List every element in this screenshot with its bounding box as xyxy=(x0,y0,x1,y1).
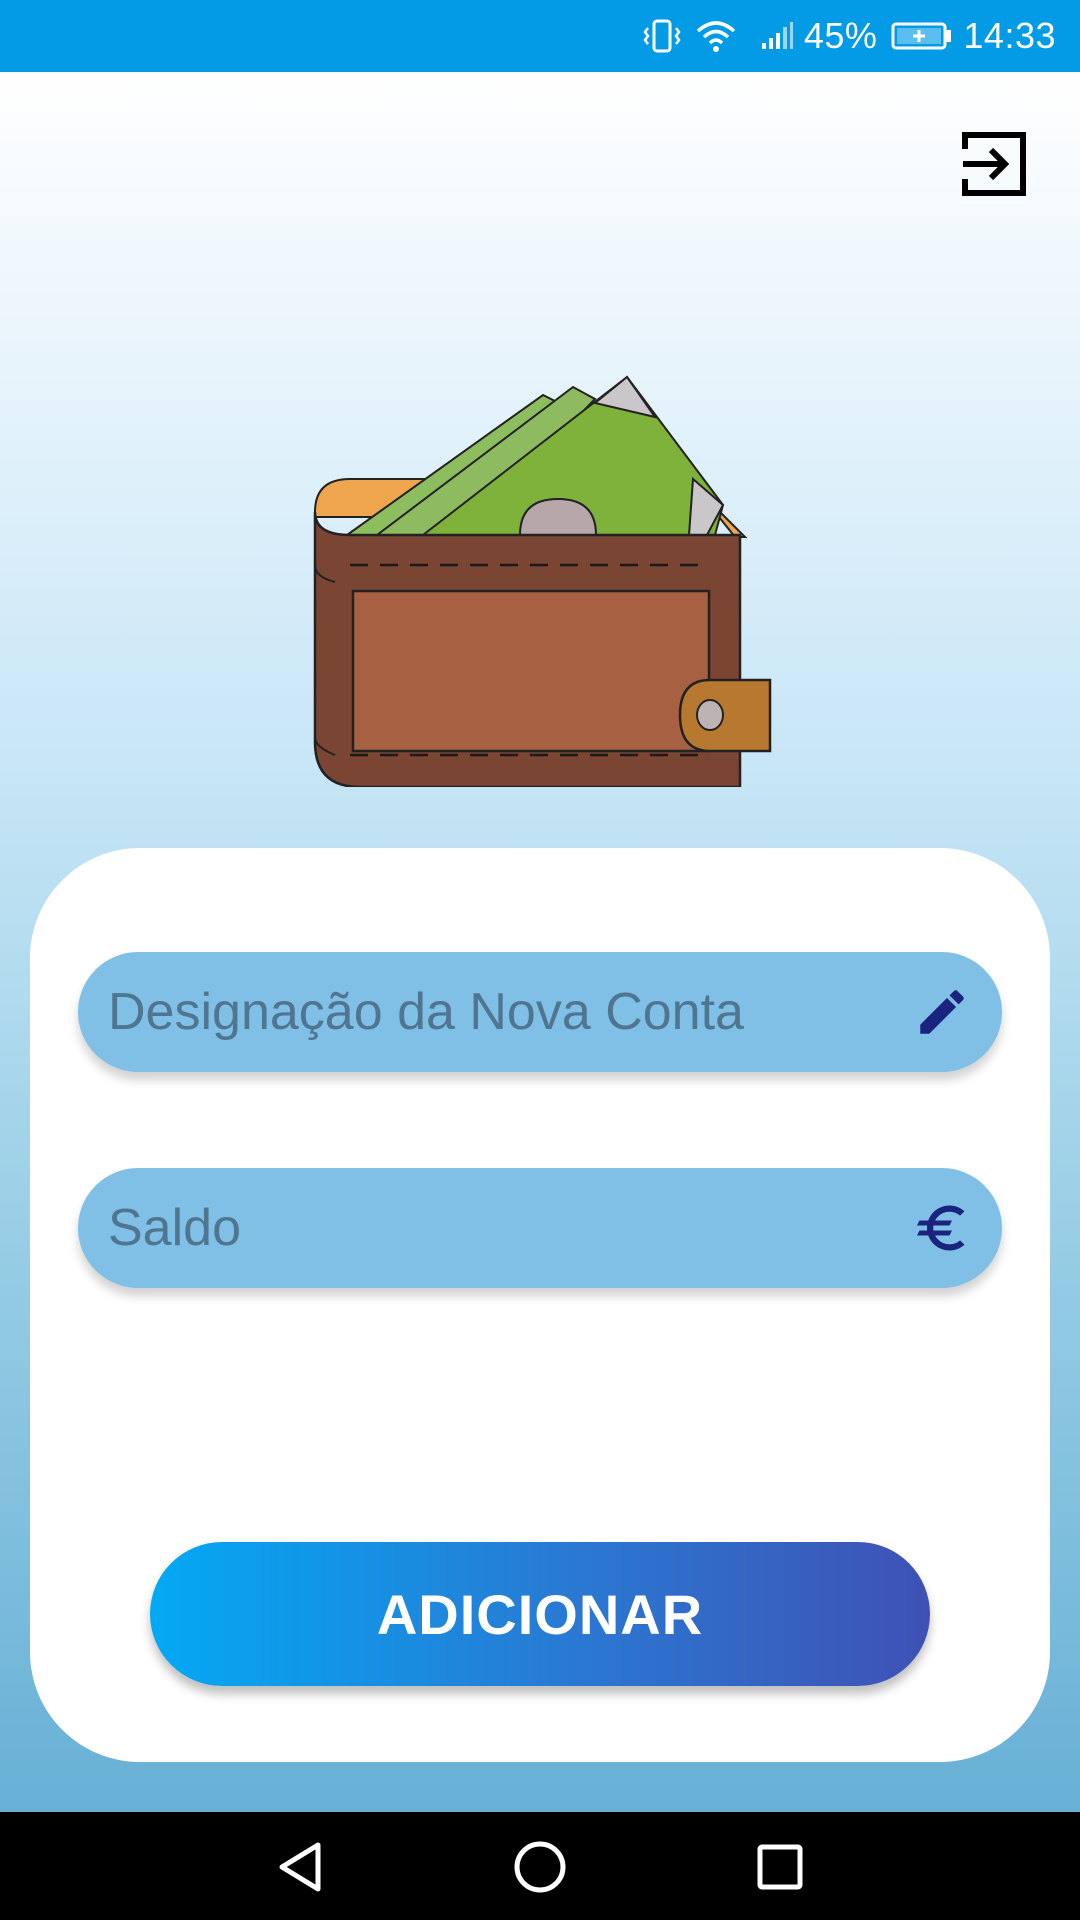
status-bar: 45% 14:33 xyxy=(0,0,1080,72)
pencil-icon xyxy=(912,982,972,1042)
home-button[interactable] xyxy=(505,1832,575,1902)
wifi-icon xyxy=(696,19,736,53)
account-name-input[interactable]: Designação da Nova Conta xyxy=(108,982,912,1042)
add-button[interactable]: ADICIONAR xyxy=(150,1542,930,1686)
balance-field[interactable]: Saldo xyxy=(78,1168,1002,1288)
home-icon xyxy=(514,1841,566,1893)
vibrate-icon xyxy=(642,18,682,54)
clock: 14:33 xyxy=(963,15,1056,56)
signal-icon xyxy=(760,21,794,51)
battery-charging-icon xyxy=(891,21,953,51)
logout-button[interactable] xyxy=(956,126,1032,202)
add-button-label: ADICIONAR xyxy=(376,1582,704,1646)
back-button[interactable] xyxy=(265,1832,335,1902)
form-card: Designação da Nova Conta Saldo ADICIONAR xyxy=(30,848,1050,1762)
exit-icon xyxy=(962,132,1026,196)
balance-input[interactable]: Saldo xyxy=(108,1198,912,1258)
recents-icon xyxy=(757,1844,803,1890)
euro-icon xyxy=(912,1198,972,1258)
battery-percent: 45% xyxy=(803,15,878,56)
screen: Designação da Nova Conta Saldo ADICIONAR xyxy=(0,72,1080,1812)
account-name-field[interactable]: Designação da Nova Conta xyxy=(78,952,1002,1072)
back-icon xyxy=(279,1842,321,1892)
recents-button[interactable] xyxy=(745,1832,815,1902)
navigation-bar xyxy=(0,1812,1080,1920)
wallet-illustration xyxy=(305,337,785,789)
